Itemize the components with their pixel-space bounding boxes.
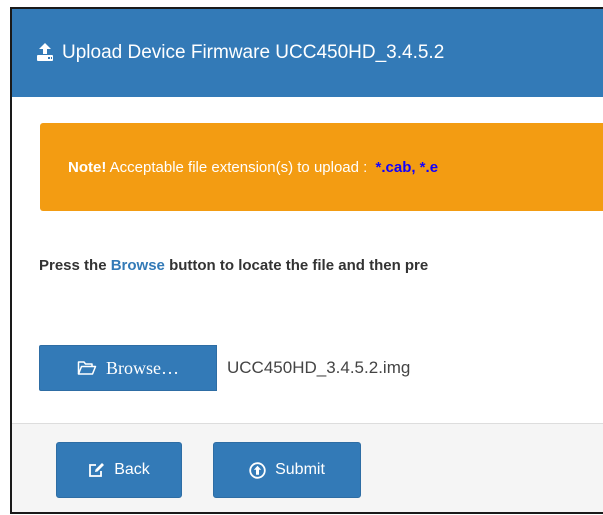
panel-header: Upload Device Firmware UCC450HD_3.4.5.2 [12, 9, 603, 97]
accepted-extensions: *.cab, *.e [375, 158, 439, 176]
page-title: Upload Device Firmware UCC450HD_3.4.5.2 [62, 42, 445, 63]
browse-button-label: Browse… [106, 357, 179, 378]
note-label: Note! [68, 158, 107, 176]
upload-icon [37, 43, 53, 61]
circle-arrow-up-icon [249, 461, 266, 479]
instructions-part1: Press the [39, 257, 111, 274]
instructions-part2: button to locate the file and then pre [164, 257, 429, 274]
back-button-label: Back [114, 461, 150, 478]
panel-footer: Back Submit [12, 424, 603, 512]
firmware-upload-panel: Upload Device Firmware UCC450HD_3.4.5.2 … [10, 7, 603, 514]
submit-button-label: Submit [275, 461, 325, 478]
file-picker: Browse… UCC450HD_3.4.5.2.img [39, 345, 410, 391]
submit-button[interactable]: Submit [213, 442, 361, 498]
edit-icon [89, 463, 105, 477]
instructions-browse-word: Browse [110, 257, 165, 274]
selected-filename: UCC450HD_3.4.5.2.img [227, 358, 411, 377]
note-text: Acceptable file extension(s) to upload : [106, 158, 372, 176]
back-button[interactable]: Back [56, 442, 182, 498]
upload-instructions: Press the Browse button to locate the fi… [39, 257, 603, 274]
file-extension-note: Note! Acceptable file extension(s) to up… [40, 123, 603, 211]
browse-button[interactable]: Browse… [39, 345, 217, 391]
folder-open-icon [77, 361, 97, 375]
